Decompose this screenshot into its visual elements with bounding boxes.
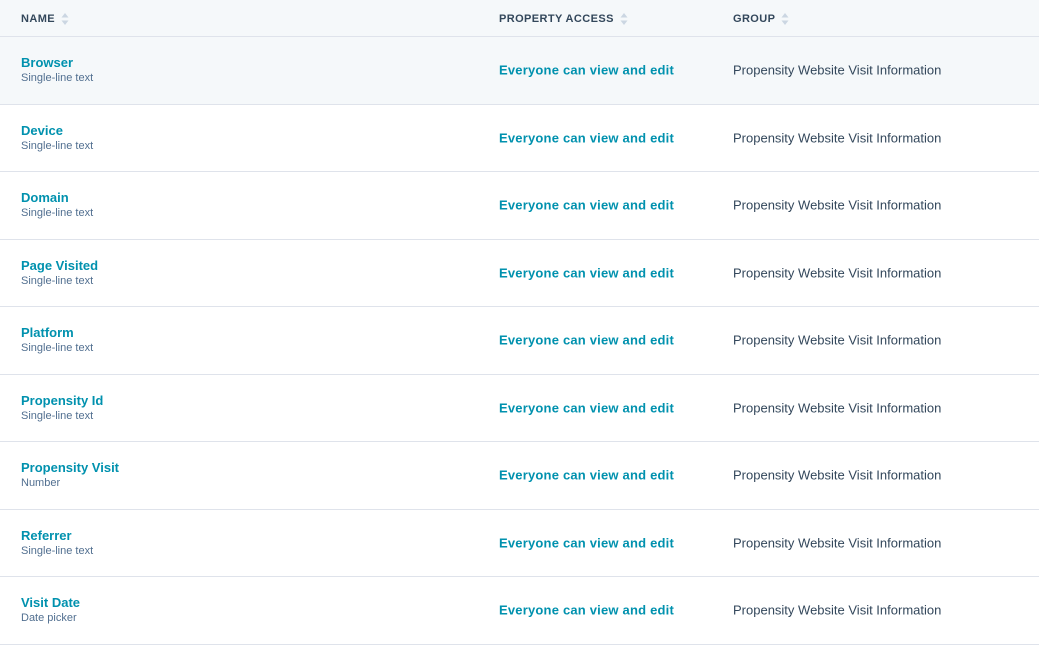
property-name-cell: Propensity Visit Number [21,460,119,490]
property-group: Propensity Website Visit Information [733,197,942,213]
sort-icon[interactable] [620,12,628,26]
property-access-link[interactable]: Everyone can view and edit [499,333,674,348]
property-access-link[interactable]: Everyone can view and edit [499,265,674,280]
property-group: Propensity Website Visit Information [733,602,942,618]
property-field-type: Single-line text [21,544,94,557]
column-header-group-label: GROUP [733,12,776,25]
property-name-link[interactable]: Propensity Id [21,393,103,409]
property-access-link[interactable]: Everyone can view and edit [499,198,674,213]
table-row[interactable]: Platform Single-line text Everyone can v… [0,307,1039,375]
property-name-cell: Visit Date Date picker [21,595,80,625]
column-header-group[interactable]: GROUP [733,0,789,37]
property-group: Propensity Website Visit Information [733,332,942,348]
table-row[interactable]: Device Single-line text Everyone can vie… [0,104,1039,172]
sort-icon[interactable] [61,12,69,26]
property-group: Propensity Website Visit Information [733,400,942,416]
column-header-name[interactable]: NAME [21,0,69,37]
property-name-link[interactable]: Referrer [21,528,93,544]
property-field-type: Single-line text [21,409,94,422]
property-field-type: Single-line text [21,72,94,85]
property-name-cell: Referrer Single-line text [21,528,93,558]
property-access-link[interactable]: Everyone can view and edit [499,63,674,78]
property-access-link[interactable]: Everyone can view and edit [499,535,674,550]
table-row[interactable]: Propensity Id Single-line text Everyone … [0,374,1039,442]
column-header-name-label: NAME [21,12,55,25]
table-row[interactable]: Browser Single-line text Everyone can vi… [0,37,1039,105]
property-group: Propensity Website Visit Information [733,467,942,483]
properties-table: NAME PROPERTY ACCESS GROUP Browser Singl… [0,0,1039,645]
property-name-link[interactable]: Device [21,123,93,139]
property-field-type: Single-line text [21,274,94,287]
property-group: Propensity Website Visit Information [733,265,942,281]
property-access-link[interactable]: Everyone can view and edit [499,400,674,415]
property-group: Propensity Website Visit Information [733,130,942,146]
property-field-type: Single-line text [21,207,94,220]
property-name-link[interactable]: Platform [21,325,93,341]
property-name-cell: Browser Single-line text [21,55,93,85]
property-name-cell: Page Visited Single-line text [21,258,98,288]
property-field-type: Number [21,477,61,490]
table-row[interactable]: Propensity Visit Number Everyone can vie… [0,442,1039,510]
table-row[interactable]: Referrer Single-line text Everyone can v… [0,509,1039,577]
property-name-link[interactable]: Browser [21,55,93,71]
property-name-cell: Propensity Id Single-line text [21,393,103,423]
property-field-type: Single-line text [21,139,94,152]
property-field-type: Date picker [21,612,77,625]
property-access-link[interactable]: Everyone can view and edit [499,468,674,483]
table-header: NAME PROPERTY ACCESS GROUP [0,0,1039,37]
column-header-property-access[interactable]: PROPERTY ACCESS [499,0,628,37]
property-access-link[interactable]: Everyone can view and edit [499,603,674,618]
sort-icon[interactable] [781,12,789,26]
property-access-link[interactable]: Everyone can view and edit [499,130,674,145]
column-header-property-access-label: PROPERTY ACCESS [499,12,614,25]
table-row[interactable]: Domain Single-line text Everyone can vie… [0,172,1039,240]
property-name-cell: Device Single-line text [21,123,93,153]
property-name-cell: Domain Single-line text [21,190,93,220]
property-group: Propensity Website Visit Information [733,535,942,551]
property-group: Propensity Website Visit Information [733,62,942,78]
table-row[interactable]: Visit Date Date picker Everyone can view… [0,577,1039,645]
property-name-link[interactable]: Domain [21,190,93,206]
property-name-cell: Platform Single-line text [21,325,93,355]
property-name-link[interactable]: Page Visited [21,258,98,274]
property-name-link[interactable]: Propensity Visit [21,460,119,476]
property-name-link[interactable]: Visit Date [21,595,80,611]
property-field-type: Single-line text [21,342,94,355]
table-row[interactable]: Page Visited Single-line text Everyone c… [0,239,1039,307]
